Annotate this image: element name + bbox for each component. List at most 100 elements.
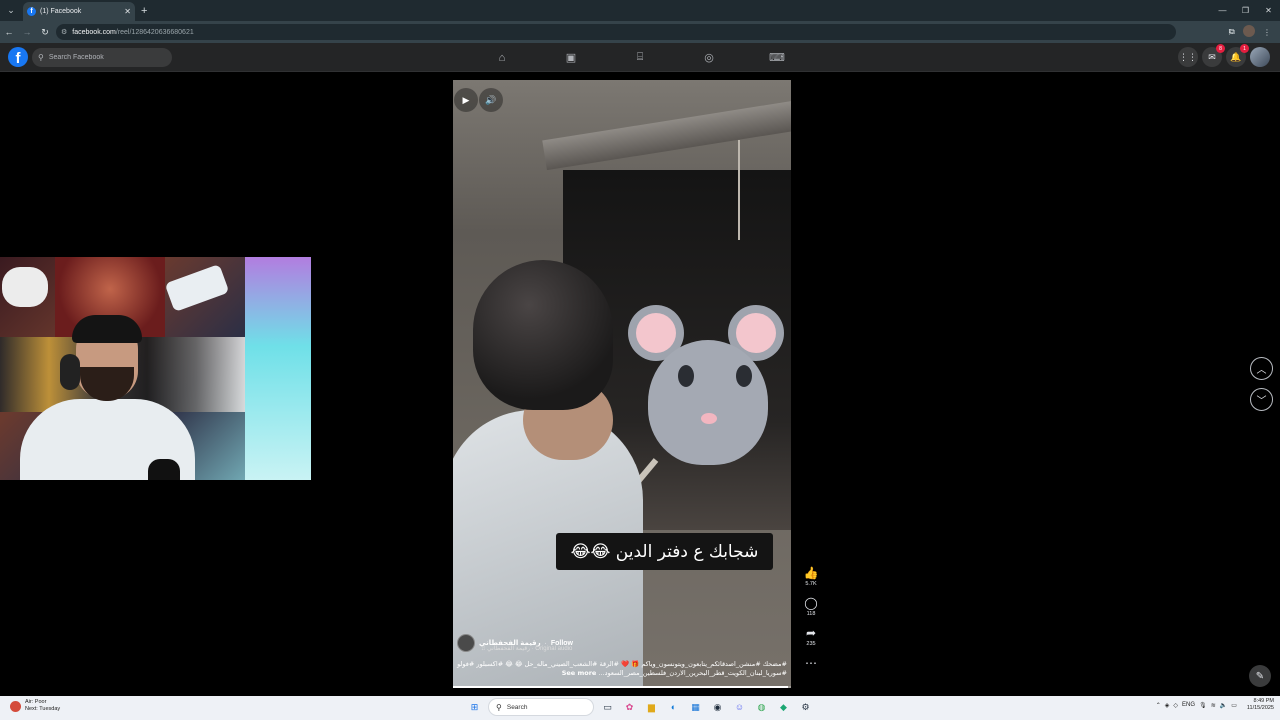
tray-icon[interactable]: ◇ [1173, 702, 1178, 709]
clock-time: 8:49 PM [1253, 698, 1274, 704]
weather-title: Air: Poor [25, 699, 47, 705]
url-path: /reel/1286420636680621 [115, 28, 194, 36]
air-quality-icon [10, 700, 21, 712]
menu-kebab-icon[interactable]: ⋮ [1258, 28, 1276, 37]
comment-count: 118 [806, 611, 816, 617]
tab-close-icon[interactable]: ✕ [124, 7, 131, 16]
tab-title: (1) Facebook [40, 8, 82, 15]
weather-widget[interactable]: Air: Poor Next: Tuesday [10, 699, 60, 713]
reel-actions: 👍 5.7K ◯ 118 ➦ 235 ⋯ [798, 566, 824, 679]
edge-icon[interactable]: ◐ [665, 698, 682, 716]
close-window-icon[interactable]: ✕ [1257, 6, 1280, 15]
restore-icon[interactable]: ❐ [1234, 6, 1257, 15]
compose-button[interactable]: ✎ [1249, 665, 1271, 687]
taskbar-apps: ⊞ ⚲ Search ▭ ✿ ▆ ◐ ▦ ◉ ☺ ◍ ◆ ⚙ [466, 698, 814, 716]
facebook-header: f ⚲ ⌂ ▣ ⌸ ◎ ⌨ ⋮⋮ ✉8 🔔1 [0, 43, 1280, 72]
see-more-link[interactable]: See more [562, 669, 597, 677]
address-bar-row: ← → ↻ ⚙ facebook.com/reel/12864206366806… [0, 21, 1280, 43]
steam-icon[interactable]: ◉ [709, 698, 726, 716]
search-icon: ⚲ [38, 53, 44, 62]
url-host: facebook.com [72, 28, 116, 36]
reel-video[interactable]: ▶ 🔊 شجابك ع دفتر الدين 😂😂 رقيمة الفحفطان… [453, 80, 791, 688]
settings-icon[interactable]: ⚙ [797, 698, 814, 716]
edit-icon: ✎ [1255, 670, 1265, 682]
more-dots-icon: ⋯ [805, 656, 817, 670]
comment-button[interactable]: ◯ 118 [798, 596, 824, 617]
store-icon[interactable]: ▦ [687, 698, 704, 716]
home-icon[interactable]: ⌂ [487, 43, 517, 72]
like-icon: 👍 [803, 566, 819, 580]
browser-tab-bar: ⌄ f (1) Facebook ✕ + — ❐ ✕ [0, 0, 1280, 21]
marketplace-icon[interactable]: ⌸ [625, 43, 655, 72]
volume-icon[interactable]: 🔊 [479, 88, 503, 112]
audio-label[interactable]: ♫ رقيمة الفحفطاني · Original audio [481, 645, 787, 652]
new-tab-icon[interactable]: + [141, 5, 147, 17]
system-tray: ⌃ ◈ ◇ ENG 🎙 ≋ 🔈 ▭ 8:49 PM 11/15/2025 [1156, 698, 1274, 712]
battery-icon[interactable]: ▭ [1231, 702, 1237, 709]
discord-icon[interactable]: ☺ [731, 698, 748, 716]
menu-grid-icon[interactable]: ⋮⋮ [1178, 47, 1198, 67]
share-icon: ➦ [805, 626, 817, 640]
video-progress[interactable] [453, 686, 791, 688]
weather-subtitle: Next: Tuesday [25, 706, 61, 712]
forward-icon[interactable]: → [18, 27, 36, 37]
like-count: 5.7K [805, 581, 817, 587]
back-icon[interactable]: ← [0, 27, 18, 37]
tab-search-icon[interactable]: ⌄ [3, 3, 19, 19]
reel-description: #مضحك #منشن_اصدقائكم_يتابعون_ويتونسون_وي… [457, 660, 787, 677]
more-options-button[interactable]: ⋯ [798, 656, 824, 670]
file-explorer-icon[interactable]: ▆ [643, 698, 660, 716]
profile-avatar[interactable] [1240, 25, 1258, 39]
tray-lang[interactable]: ENG [1182, 702, 1195, 708]
previous-reel-button[interactable]: ︿ [1250, 357, 1273, 380]
chrome-icon[interactable]: ◍ [753, 698, 770, 716]
chevron-up-icon: ︿ [1256, 365, 1267, 376]
url-field[interactable]: ⚙ facebook.com/reel/1286420636680621 [56, 24, 1176, 40]
volume-icon[interactable]: 🔈 [1220, 702, 1227, 709]
minimize-icon[interactable]: — [1211, 6, 1234, 15]
creator-avatar[interactable] [457, 634, 475, 652]
clock-date: 11/15/2025 [1246, 705, 1274, 711]
comment-icon: ◯ [804, 596, 818, 610]
groups-icon[interactable]: ◎ [694, 43, 724, 72]
search-icon: ⚲ [496, 702, 502, 712]
chevron-down-icon: ﹀ [1256, 396, 1267, 407]
browser-toolbar-right: ⚐ ⋮ [1222, 21, 1276, 43]
facebook-search-input[interactable] [48, 54, 149, 61]
browser-tab[interactable]: f (1) Facebook ✕ [23, 2, 135, 21]
facebook-search[interactable]: ⚲ [32, 48, 172, 67]
messenger-badge: 8 [1216, 44, 1225, 53]
facebook-header-right: ⋮⋮ ✉ 8 🔔 1 [1178, 44, 1270, 67]
taskbar-search[interactable]: ⚲ Search [488, 698, 594, 716]
share-button[interactable]: ➦ 235 [798, 626, 824, 647]
facebook-favicon-icon: f [27, 7, 36, 16]
copilot-icon[interactable]: ✿ [621, 698, 638, 716]
mic-icon[interactable]: 🎙 [1199, 702, 1207, 709]
facebook-logo-icon[interactable]: f [8, 47, 28, 67]
app-icon[interactable]: ◆ [775, 698, 792, 716]
streamer-webcam [0, 257, 311, 480]
messenger-icon[interactable]: ✉ 8 [1202, 44, 1225, 67]
site-info-icon[interactable]: ⚙ [61, 28, 67, 36]
like-button[interactable]: 👍 5.7K [798, 566, 824, 587]
tray-app-icon[interactable]: ◈ [1165, 702, 1170, 709]
notifications-icon[interactable]: 🔔 1 [1226, 44, 1249, 67]
window-controls: — ❐ ✕ [1211, 0, 1280, 21]
play-icon[interactable]: ▶ [454, 88, 478, 112]
windows-taskbar: Air: Poor Next: Tuesday ⊞ ⚲ Search ▭ ✿ ▆… [0, 696, 1280, 720]
video-caption: شجابك ع دفتر الدين 😂😂 [556, 533, 773, 570]
taskbar-search-label: Search [506, 703, 528, 711]
reels-icon[interactable]: ▣ [556, 43, 586, 72]
notifications-badge: 1 [1240, 44, 1249, 53]
clock[interactable]: 8:49 PM 11/15/2025 [1247, 698, 1274, 712]
start-icon[interactable]: ⊞ [466, 698, 483, 716]
task-view-icon[interactable]: ▭ [599, 698, 616, 716]
tray-overflow-icon[interactable]: ⌃ [1156, 702, 1161, 709]
wifi-icon[interactable]: ≋ [1211, 702, 1216, 709]
gaming-icon[interactable]: ⌨ [762, 43, 792, 72]
next-reel-button[interactable]: ﹀ [1250, 388, 1273, 411]
extensions-icon[interactable]: ⚐ [1222, 28, 1240, 37]
reload-icon[interactable]: ↻ [36, 27, 54, 38]
account-avatar[interactable] [1250, 47, 1270, 67]
share-count: 235 [806, 641, 816, 647]
